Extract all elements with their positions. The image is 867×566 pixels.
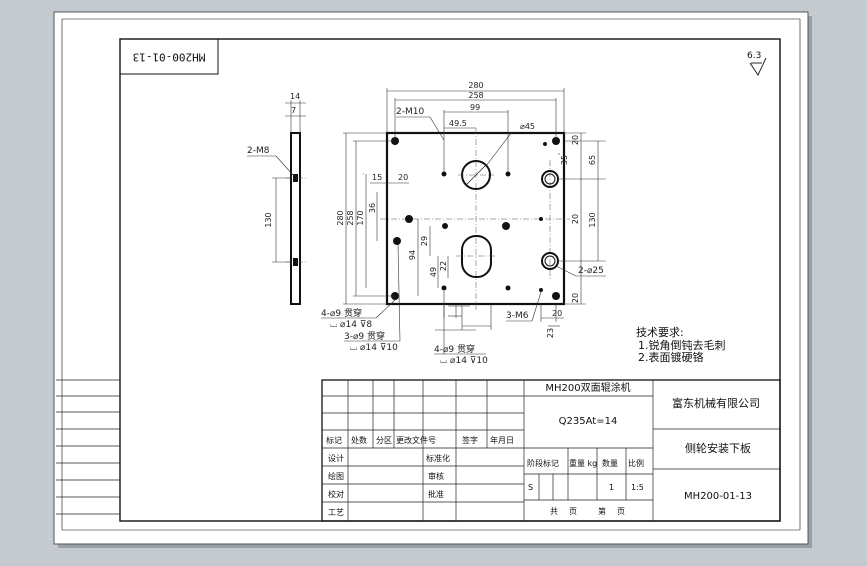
dim-22: 22 [439, 261, 448, 271]
val-scale: 1:5 [631, 483, 644, 492]
height-total-dim: 280 [336, 210, 345, 225]
dim-94: 94 [408, 250, 417, 260]
hdr-doc: 更改文件号 [396, 435, 436, 445]
dia-25-label: 2-⌀25 [578, 266, 604, 276]
lbl-sheet-no: 第 [598, 506, 606, 516]
dim-20-right-bot: 20 [571, 293, 580, 303]
hdr-count: 处数 [351, 435, 367, 445]
material: Q235At=14 [559, 416, 618, 427]
dim-65: 65 [588, 155, 597, 165]
val-qty: 1 [609, 483, 614, 492]
note-a-line1: 4-⌀9 贯穿 [321, 307, 362, 319]
width-inner-dim: 258 [468, 91, 483, 100]
lbl-check: 校对 [328, 489, 344, 499]
lbl-review: 审核 [428, 471, 444, 481]
width-total-dim: 280 [468, 81, 483, 90]
dim-20-right-top: 20 [571, 135, 580, 145]
lbl-stage: 阶段标记 [527, 458, 559, 468]
note-c-line2: ⌴ ⌀14 ⊽10 [440, 356, 488, 366]
dist-99-dim: 99 [470, 103, 480, 112]
company-name: 富东机械有限公司 [672, 396, 760, 410]
dim-15: 15 [372, 173, 382, 182]
dim-36: 36 [368, 203, 377, 213]
roughness-value: 6.3 [747, 51, 761, 61]
thread-m6-label: 3-M6 [506, 311, 529, 321]
hole-m10-label: 2-M10 [396, 107, 424, 117]
hdr-date: 年月日 [490, 435, 514, 445]
tech-req-heading: 技术要求: [636, 326, 684, 339]
dim-170: 170 [356, 210, 365, 225]
drawing-number: MH200-01-13 [684, 491, 752, 502]
part-name: 侧轮安装下板 [685, 441, 751, 455]
dist-49-5-dim: 49.5 [449, 119, 467, 128]
val-stage: S [528, 483, 533, 492]
dim-20-right-mid: 20 [571, 214, 580, 224]
side-edge-dim: 7 [291, 106, 296, 115]
dim-23: 23 [546, 328, 555, 338]
lbl-qty: 数量 [602, 458, 618, 468]
product-name: MH200双面辊涂机 [545, 381, 630, 394]
lbl-total: 共 [550, 507, 558, 516]
dim-29: 29 [420, 236, 429, 246]
lbl-standard: 标准化 [426, 453, 450, 463]
lbl-sheets: 页 [569, 507, 577, 516]
dim-20-bottom: 20 [552, 309, 562, 318]
dia-45-label: ⌀45 [520, 122, 535, 131]
tech-req-item-2: 2.表面镀硬铬 [638, 350, 704, 364]
lbl-design: 设计 [328, 453, 344, 463]
side-hole-label: 2-M8 [247, 146, 270, 156]
lbl-weight: 重量 kg [569, 458, 597, 468]
dim-20-left: 20 [398, 173, 408, 182]
note-b-line2: ⌴ ⌀14 ⊽10 [350, 343, 398, 353]
lbl-page: 页 [617, 507, 625, 516]
side-spacing-dim: 130 [264, 212, 273, 227]
lbl-approve: 批准 [428, 489, 444, 499]
tech-req-item-1: 1.锐角倒钝去毛刺 [638, 338, 726, 352]
height-inner-dim: 258 [346, 210, 355, 225]
side-thickness-dim: 14 [290, 92, 300, 101]
stamp-code-text: MH200-01-13 [133, 51, 206, 64]
note-a-line2: ⌴ ⌀14 ⊽8 [330, 320, 372, 330]
lbl-drawn: 绘图 [328, 471, 344, 481]
dim-35: 35 [560, 155, 569, 165]
hdr-mark: 标记 [326, 435, 342, 445]
hdr-zone: 分区 [376, 436, 392, 445]
note-c-line1: 4-⌀9 贯穿 [434, 343, 475, 355]
dim-130-right: 130 [588, 212, 597, 227]
note-b-line1: 3-⌀9 贯穿 [344, 330, 385, 342]
lbl-scale: 比例 [628, 458, 644, 468]
drawing-canvas: MH200-01-13 6.3 14 7 2-M8 130 280 258 99… [53, 11, 812, 548]
lbl-process: 工艺 [328, 508, 344, 517]
hdr-sign: 签字 [462, 435, 478, 445]
cad-viewport: MH200-01-13 6.3 14 7 2-M8 130 280 258 99… [0, 0, 867, 562]
dim-49: 49 [429, 267, 438, 277]
